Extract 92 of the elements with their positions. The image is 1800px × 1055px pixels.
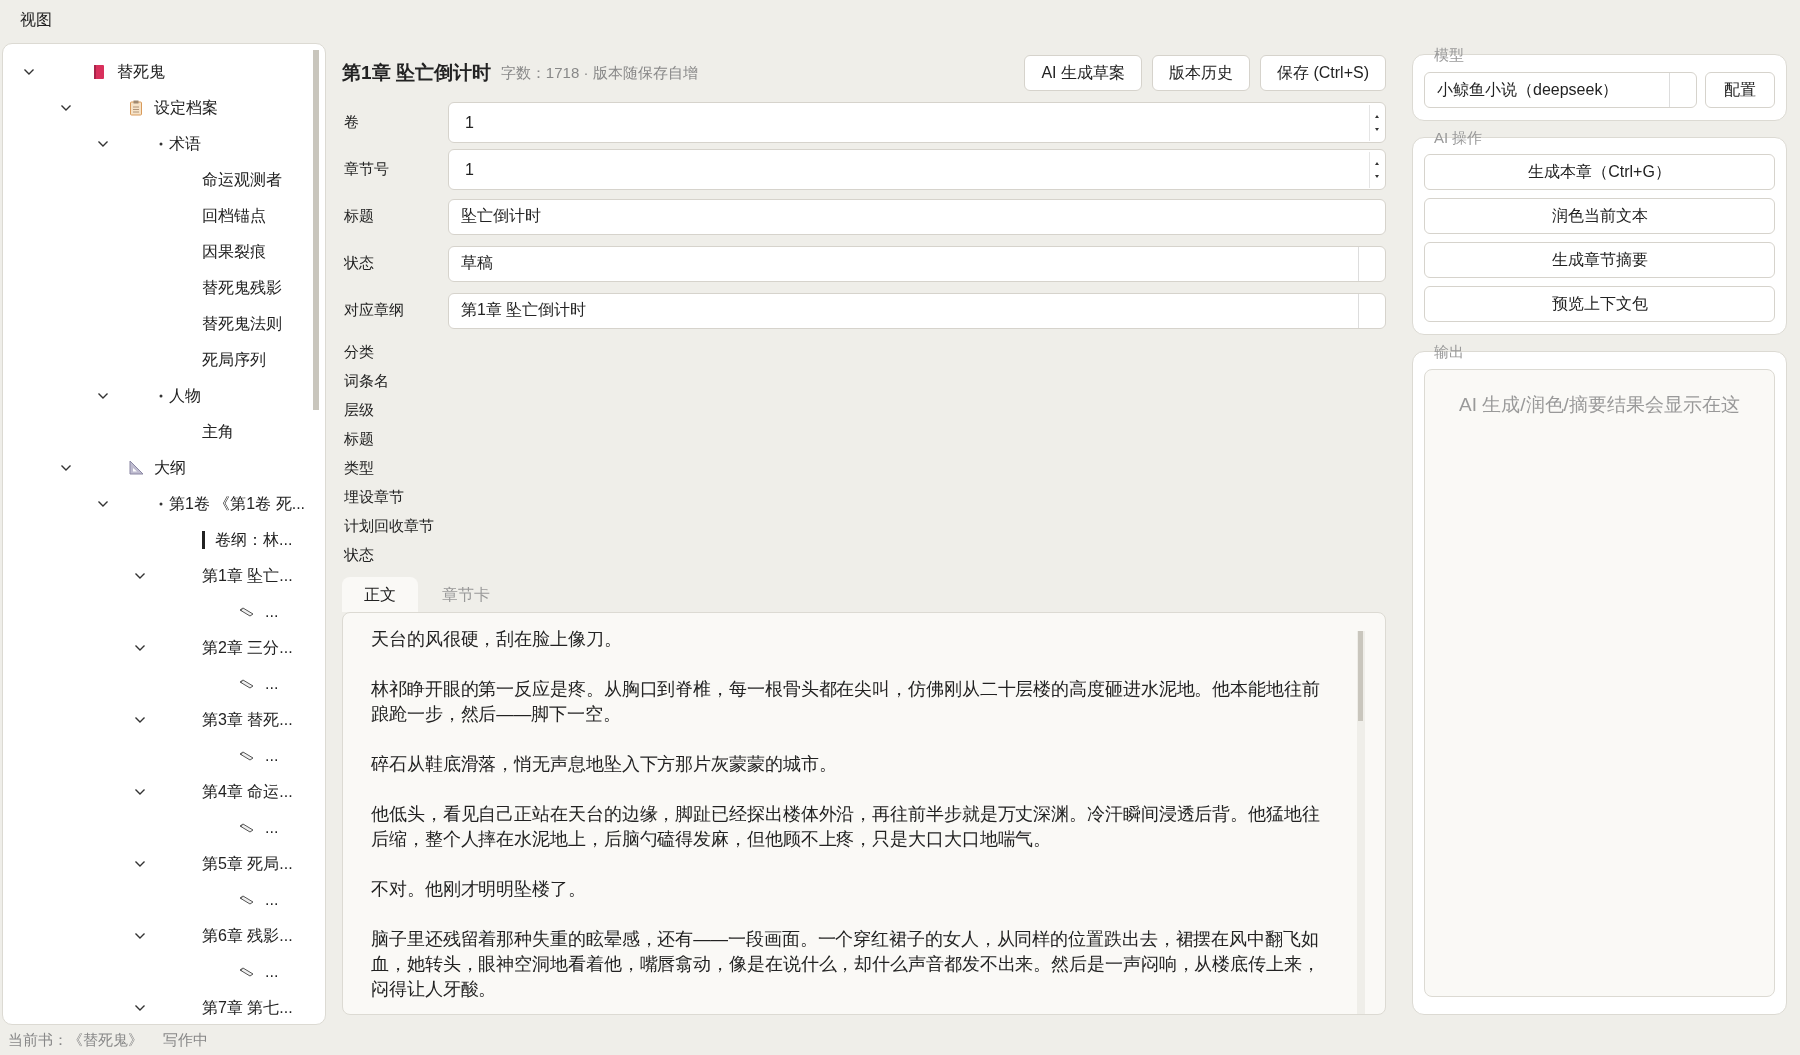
action-button[interactable]: 预览上下文包 (1424, 286, 1775, 322)
tree-item[interactable]: 第3章 替死... (202, 709, 293, 731)
chevron-icon[interactable] (97, 392, 109, 400)
paragraph: 天台的风很硬，刮在脸上像刀。 (371, 628, 623, 651)
chevron-icon[interactable] (134, 1004, 146, 1012)
field-label: 埋设章节 (344, 487, 405, 507)
field-label: 层级 (344, 400, 375, 420)
tree-item[interactable]: 第1章 坠亡... (202, 565, 293, 587)
toolbar-button[interactable]: 保存 (Ctrl+S) (1260, 55, 1386, 91)
field-label: 分类 (344, 342, 375, 362)
text-field[interactable]: 坠亡倒计时 (448, 198, 1386, 235)
group-title: 输出 (1434, 343, 1464, 362)
group-title: AI 操作 (1434, 129, 1483, 148)
bullet-icon (159, 142, 163, 146)
chevron-icon[interactable] (134, 716, 146, 724)
field-label: 类型 (344, 458, 375, 478)
tree-item[interactable]: ... (265, 891, 279, 909)
chevron-icon[interactable] (60, 104, 72, 112)
tree-item[interactable]: 死局序列 (202, 349, 266, 371)
tree-item[interactable]: 回档锚点 (202, 205, 266, 227)
field-label: 标题 (343, 207, 375, 226)
action-button[interactable]: 生成本章（Ctrl+G） (1424, 154, 1775, 190)
clipboard-icon (128, 100, 144, 116)
chevron-icon[interactable] (134, 572, 146, 580)
menu-item[interactable]: 视图 (20, 9, 52, 31)
tree-item[interactable]: 替死鬼残影 (202, 277, 282, 299)
tree-item[interactable]: ... (265, 819, 279, 837)
field-label: 卷 (343, 113, 360, 132)
tree-item[interactable]: 第7章 第七... (202, 997, 293, 1019)
field-label: 状态 (343, 254, 375, 273)
model-select[interactable]: 小鲸鱼小说（deepseek） (1424, 72, 1697, 108)
bullet-icon (159, 502, 163, 506)
tree-item[interactable]: 命运观测者 (202, 169, 282, 191)
tree-item[interactable]: ... (265, 747, 279, 765)
bar-icon (202, 531, 205, 549)
status-text: 当前书：《替死鬼》 (8, 1030, 143, 1050)
chapter-title: 第1章 坠亡倒计时 (342, 61, 491, 85)
field-label: 标题 (344, 429, 375, 449)
tree-item[interactable]: 替死鬼 (117, 61, 165, 83)
scrollbar-thumb[interactable] (1358, 631, 1363, 721)
select-field[interactable]: 草稿 (448, 245, 1386, 282)
tree-item[interactable]: ... (265, 963, 279, 981)
text-editor[interactable] (342, 612, 1386, 1015)
field-label: 章节号 (343, 160, 390, 179)
tree-item[interactable]: 替死鬼法则 (202, 313, 282, 335)
output-field[interactable]: AI 生成/润色/摘要结果会显示在这 (1424, 369, 1775, 997)
chevron-icon[interactable] (97, 500, 109, 508)
book-icon (91, 64, 107, 80)
tree-item[interactable]: ... (265, 603, 279, 621)
word-count-text: 字数：1718 · 版本随保存自增 (500, 63, 698, 83)
chevron-icon[interactable] (134, 932, 146, 940)
tree-item[interactable]: 卷纲：林... (215, 529, 293, 551)
bullet-icon (159, 394, 163, 398)
paragraph: 脑子里还残留着那种失重的眩晕感，还有——一段画面。一个穿红裙子的女人，从同样的位置跌出去，裙摆在风中翻飞如血，她转头，眼神空洞地看着他，嘴唇翕动，像是在说什么，却什么声音都发不出来。然后是一声闷响，从楼底传上来，闷得让人牙酸。 (371, 928, 1321, 1001)
tree-item[interactable]: 第4章 命运... (202, 781, 293, 803)
number-field[interactable]: 1 (448, 149, 1386, 190)
chevron-icon[interactable] (60, 464, 72, 472)
tree-item[interactable]: 第5章 死局... (202, 853, 293, 875)
tree-item[interactable]: 第1卷 《第1卷 死... (169, 493, 306, 515)
group-title: 模型 (1434, 46, 1464, 65)
tree-item[interactable]: 主角 (202, 421, 234, 443)
select-field[interactable]: 第1章 坠亡倒计时 (448, 292, 1386, 329)
chevron-icon[interactable] (97, 140, 109, 148)
paragraph: 不对。他刚才明明坠楼了。 (371, 878, 587, 901)
paragraph: 他低头，看见自己正站在天台的边缘，脚趾已经探出楼体外沿，再往前半步就是万丈深渊。冷汗瞬间浸透后背。他猛地往后缩，整个人摔在水泥地上，后脑勺磕得发麻，但他顾不上疼，只是大口大口地喘气。 (371, 803, 1321, 851)
tree-item[interactable]: 术语 (169, 133, 201, 155)
chevron-icon[interactable] (134, 644, 146, 652)
tab[interactable]: 正文 (342, 577, 418, 612)
number-field[interactable]: 1 (448, 102, 1386, 143)
field-label: 状态 (344, 545, 375, 565)
toolbar-button[interactable]: AI 生成草案 (1024, 55, 1142, 91)
action-button[interactable]: 生成章节摘要 (1424, 242, 1775, 278)
field-label: 词条名 (344, 371, 390, 391)
paragraph: 林祁睁开眼的第一反应是疼。从胸口到脊椎，每一根骨头都在尖叫，仿佛刚从二十层楼的高度砸进水泥地。他本能地往前踉跄一步，然后——脚下一空。 (371, 678, 1321, 726)
tree-item[interactable]: 人物 (169, 385, 201, 407)
paragraph: 碎石从鞋底滑落，悄无声息地坠入下方那片灰蒙蒙的城市。 (371, 753, 838, 776)
tree-item[interactable]: 因果裂痕 (202, 241, 266, 263)
chevron-icon[interactable] (23, 68, 35, 76)
scrollbar-thumb[interactable] (313, 50, 319, 410)
tree-item[interactable]: 第6章 残影... (202, 925, 293, 947)
chevron-icon[interactable] (134, 788, 146, 796)
field-label: 对应章纲 (343, 301, 405, 320)
config-button[interactable]: 配置 (1705, 72, 1775, 108)
toolbar-button[interactable]: 版本历史 (1152, 55, 1250, 91)
tree-item[interactable]: 设定档案 (154, 97, 218, 119)
chevron-icon[interactable] (134, 860, 146, 868)
tree-item[interactable]: ... (265, 675, 279, 693)
action-button[interactable]: 润色当前文本 (1424, 198, 1775, 234)
tree-item[interactable]: 大纲 (154, 457, 186, 479)
tree-item[interactable]: 第2章 三分... (202, 637, 293, 659)
status-text: 写作中 (163, 1030, 208, 1050)
field-label: 计划回收章节 (344, 516, 435, 536)
